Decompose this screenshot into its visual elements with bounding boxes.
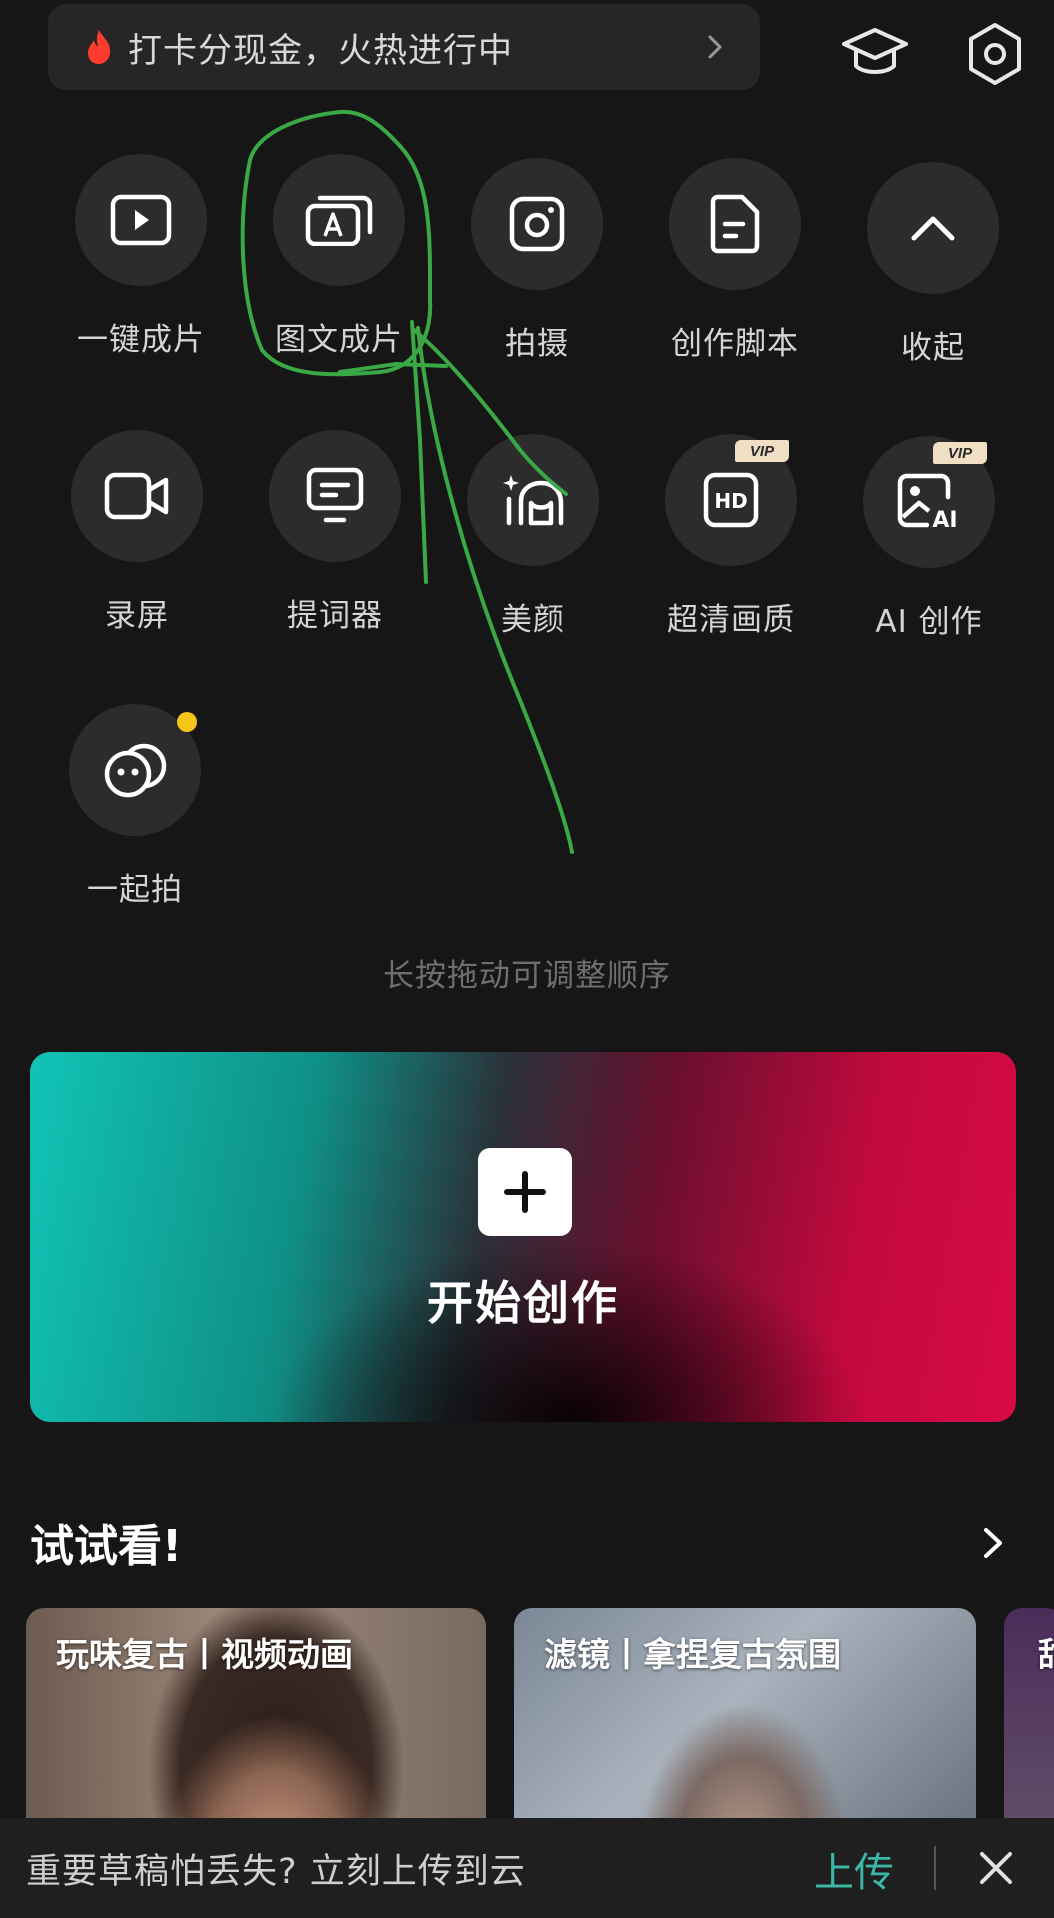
tool-text-to-video[interactable]: 图文成片: [244, 154, 434, 359]
tool-label: 提词器: [287, 598, 383, 634]
tool-one-click-video[interactable]: 一键成片: [46, 154, 236, 359]
tool-label: 一键成片: [77, 322, 205, 358]
plus-icon: [478, 1148, 572, 1236]
tool-hd-quality[interactable]: HD VIP 超清画质: [636, 434, 826, 639]
hd-icon: HD: [703, 472, 759, 528]
script-doc-icon: [710, 194, 760, 254]
teleprompter-icon: [306, 467, 364, 523]
ai-image-icon: AI: [897, 473, 958, 531]
play-icon: [110, 194, 172, 246]
tool-label: 收起: [901, 330, 965, 366]
tool-beauty[interactable]: 美颜: [438, 434, 628, 639]
draft-upload-bar: 重要草稿怕丢失? 立刻上传到云 上传: [0, 1818, 1054, 1918]
tool-label: 拍摄: [505, 326, 569, 362]
upload-button[interactable]: 上传: [814, 1840, 894, 1898]
template-card-title: 玩味复古丨视频动画: [56, 1635, 353, 1674]
tool-label: 创作脚本: [671, 326, 799, 362]
draft-upload-message: 重要草稿怕丢失? 立刻上传到云: [26, 1851, 526, 1892]
tool-shoot[interactable]: 拍摄: [442, 158, 632, 363]
svg-text:HD: HD: [714, 489, 747, 513]
banner-text: 打卡分现金，火热进行中: [128, 30, 513, 71]
start-create-button[interactable]: 开始创作: [30, 1052, 1016, 1422]
reorder-hint: 长按拖动可调整顺序: [383, 958, 671, 994]
video-record-icon: [104, 472, 169, 520]
tool-label: 一起拍: [87, 872, 183, 908]
vip-badge: VIP: [933, 442, 987, 464]
tool-screen-record[interactable]: 录屏: [42, 430, 232, 635]
beauty-icon: [503, 475, 564, 526]
tool-label: 美颜: [501, 602, 565, 638]
fire-icon: [88, 30, 111, 64]
tool-teleprompter[interactable]: 提词器: [240, 430, 430, 635]
chevron-up-icon: [911, 216, 955, 241]
tool-label: 超清画质: [667, 602, 795, 638]
tool-ai-create[interactable]: AI VIP AI 创作: [834, 436, 1024, 641]
chevron-right-icon[interactable]: [978, 1526, 1006, 1560]
together-icon: [104, 743, 167, 798]
tool-label: AI 创作: [875, 604, 983, 640]
promo-banner[interactable]: 打卡分现金，火热进行中: [48, 4, 760, 90]
tool-label: 录屏: [105, 598, 169, 634]
close-icon[interactable]: [976, 1848, 1016, 1888]
vip-badge: VIP: [735, 440, 789, 462]
divider: [934, 1846, 936, 1890]
tool-collapse[interactable]: 收起: [838, 162, 1028, 367]
tool-label: 图文成片: [275, 322, 403, 358]
graduation-cap-icon[interactable]: [828, 14, 922, 94]
start-create-label: 开始创作: [427, 1276, 619, 1330]
chevron-right-icon: [708, 35, 722, 59]
text-image-icon: [305, 195, 373, 246]
svg-text:AI: AI: [932, 508, 957, 531]
notification-dot: [177, 712, 197, 732]
template-card-title: 甜: [1038, 1628, 1054, 1676]
try-section-title: 试试看!: [30, 1521, 183, 1572]
template-card-title: 滤镜丨拿捏复古氛围: [544, 1635, 841, 1674]
tool-script[interactable]: 创作脚本: [640, 158, 830, 363]
camera-icon: [509, 196, 565, 252]
settings-icon[interactable]: [948, 14, 1042, 94]
tool-shoot-together[interactable]: 一起拍: [40, 704, 230, 909]
